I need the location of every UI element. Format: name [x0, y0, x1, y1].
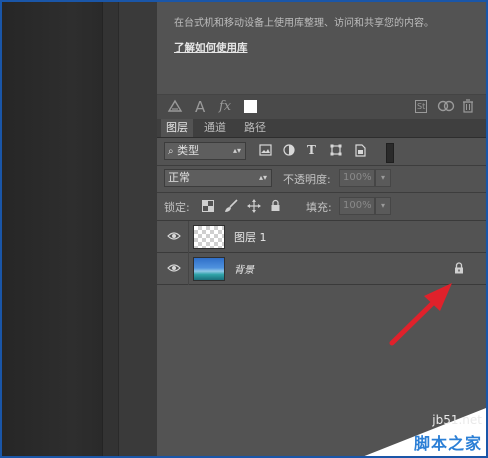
divider — [188, 221, 189, 253]
cc-sync-icon[interactable] — [437, 99, 455, 118]
panel-tabs: 图层 通道 路径 — [157, 119, 486, 138]
layer-row[interactable]: 图层 1 — [157, 221, 486, 253]
layer-row[interactable]: 背景 — [157, 253, 486, 285]
type-filter-icon[interactable]: T — [307, 143, 316, 157]
canvas-area — [2, 2, 102, 456]
fx-icon[interactable]: fx — [219, 99, 231, 115]
smart-object-filter-icon[interactable] — [354, 144, 366, 160]
layer-filter-kind-select[interactable]: ⌕ 类型 ▴▾ — [164, 142, 246, 160]
libraries-panel: 在台式机和移动设备上使用库整理、访问和共享您的内容。 了解如何使用库 — [157, 2, 486, 94]
layer-thumbnail[interactable] — [193, 225, 225, 249]
library-toolbar: A fx St — [157, 94, 486, 120]
learn-library-link[interactable]: 了解如何使用库 — [174, 40, 248, 55]
fill-dropdown-arrow[interactable]: ▾ — [375, 197, 391, 215]
watermark-name: 脚本之家 — [413, 434, 482, 453]
opacity-input[interactable]: 100% — [339, 169, 375, 187]
search-icon: ⌕ — [168, 146, 174, 157]
link-icon[interactable] — [167, 99, 183, 118]
updown-arrow-icon: ▴▾ — [258, 173, 267, 182]
eye-icon[interactable] — [167, 262, 181, 276]
updown-arrow-icon: ▴▾ — [232, 146, 241, 155]
image-filter-icon[interactable] — [259, 144, 272, 159]
color-swatch-icon[interactable] — [244, 100, 257, 113]
shape-filter-icon[interactable] — [330, 144, 342, 159]
lock-position-icon[interactable] — [247, 199, 261, 216]
layer-name[interactable]: 图层 1 — [234, 229, 267, 245]
layer-thumbnail[interactable] — [193, 257, 225, 281]
lock-transparent-pixels-icon[interactable] — [202, 200, 214, 215]
divider — [157, 165, 486, 166]
opacity-dropdown-arrow[interactable]: ▾ — [375, 169, 391, 187]
watermark: jb51.net 脚本之家 — [348, 408, 486, 456]
text-a-icon[interactable]: A — [195, 99, 205, 115]
blend-mode-select[interactable]: 正常 ▴▾ — [164, 169, 272, 187]
lock-all-icon[interactable] — [270, 199, 281, 215]
filter-toggle-switch[interactable] — [386, 143, 394, 163]
filter-kind-label: 类型 — [177, 144, 200, 157]
collapsed-panel-dock — [118, 2, 158, 456]
st-icon[interactable]: St — [415, 100, 428, 113]
fill-input[interactable]: 100% — [339, 197, 375, 215]
divider — [188, 253, 189, 285]
adjustment-filter-icon[interactable] — [283, 144, 295, 159]
tab-channels[interactable]: 通道 — [199, 119, 231, 137]
fill-label: 填充: — [306, 201, 332, 214]
layer-name[interactable]: 背景 — [234, 261, 254, 276]
eye-icon[interactable] — [167, 230, 181, 244]
library-description: 在台式机和移动设备上使用库整理、访问和共享您的内容。 — [174, 18, 434, 29]
blend-mode-label: 正常 — [168, 171, 190, 184]
lock-icon[interactable] — [454, 262, 464, 278]
lock-label: 锁定: — [164, 201, 190, 214]
opacity-label: 不透明度: — [283, 173, 331, 186]
divider — [157, 192, 486, 193]
watermark-site: jb51.net — [432, 413, 482, 427]
trash-icon[interactable] — [462, 99, 474, 118]
canvas-scrollbar[interactable] — [102, 2, 119, 456]
tab-paths[interactable]: 路径 — [239, 119, 271, 137]
tab-layers[interactable]: 图层 — [161, 119, 193, 137]
lock-image-pixels-icon[interactable] — [224, 199, 238, 216]
libraries-layers-panel: 在台式机和移动设备上使用库整理、访问和共享您的内容。 了解如何使用库 A fx … — [157, 2, 486, 456]
